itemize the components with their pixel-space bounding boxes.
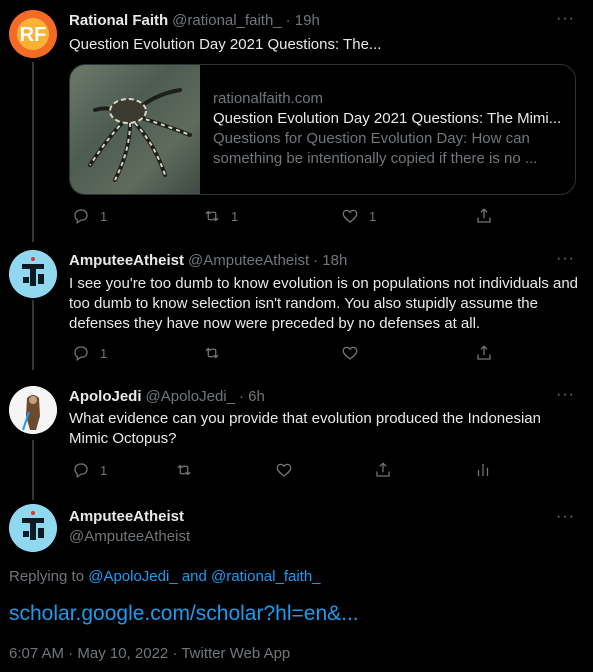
retweet-icon — [205, 347, 219, 359]
tweet-text: Question Evolution Day 2021 Questions: T… — [69, 36, 382, 53]
tweet-amputee-atheist[interactable]: AmputeeAtheist @AmputeeAtheist · 18h ···… — [0, 240, 593, 380]
replying-to: Replying to @ApoloJedi_ and @rational_fa… — [9, 568, 321, 585]
retweet-button[interactable] — [203, 344, 221, 362]
avatar[interactable] — [9, 504, 57, 552]
reply-count: 1 — [100, 462, 108, 478]
like-count: 1 — [369, 208, 377, 224]
avatar[interactable]: RF — [9, 10, 57, 58]
replying-and: and — [181, 568, 207, 585]
tweet-rational-faith[interactable]: RF Rational Faith @rational_faith_ · 19h… — [0, 0, 593, 240]
link-card[interactable]: rationalfaith.com Question Evolution Day… — [69, 64, 576, 195]
like-icon — [342, 209, 358, 223]
tweet-time[interactable]: · 19h — [286, 12, 320, 29]
tweet-text: What evidence can you provide that evolu… — [69, 410, 541, 447]
handle[interactable]: @rational_faith_ — [172, 12, 281, 29]
mention-link[interactable]: @rational_faith_ — [211, 568, 320, 585]
reply-icon — [74, 463, 88, 478]
share-icon — [376, 462, 390, 477]
avatar[interactable] — [9, 386, 57, 434]
reply-button[interactable]: 1 — [72, 461, 107, 479]
mention-link[interactable]: @ApoloJedi_ — [88, 568, 177, 585]
share-icon — [477, 208, 491, 223]
share-button[interactable] — [475, 344, 493, 362]
display-name[interactable]: ApoloJedi — [69, 388, 142, 405]
handle[interactable]: @ApoloJedi_ — [146, 388, 235, 405]
like-button[interactable]: 1 — [341, 207, 376, 225]
like-icon — [342, 346, 358, 360]
tweet-actions: 1 — [69, 344, 509, 364]
like-icon — [276, 463, 292, 477]
tweet-timestamp[interactable]: 6:07 AM · May 10, 2022 · Twitter Web App — [9, 645, 290, 662]
display-name[interactable]: AmputeeAtheist — [69, 252, 184, 269]
handle[interactable]: @AmputeeAtheist — [188, 252, 309, 269]
card-description: Questions for Question Evolution Day: Ho… — [213, 130, 538, 167]
retweet-count: 1 — [231, 208, 239, 224]
retweet-button[interactable]: 1 — [203, 207, 238, 225]
tweet-link[interactable]: scholar.google.com/scholar?hl=en&... — [9, 602, 359, 626]
more-icon[interactable]: ··· — [556, 10, 575, 28]
card-body: rationalfaith.com Question Evolution Day… — [213, 89, 563, 169]
card-domain: rationalfaith.com — [213, 90, 324, 107]
tweet-apolo-jedi[interactable]: ApoloJedi @ApoloJedi_ · 6h ··· What evid… — [0, 380, 593, 500]
tweet-header: ApoloJedi @ApoloJedi_ · 6h — [69, 386, 265, 406]
analytics-icon — [477, 464, 489, 476]
display-name[interactable]: Rational Faith — [69, 12, 168, 29]
display-name[interactable]: AmputeeAtheist — [69, 508, 184, 525]
more-icon[interactable]: ··· — [556, 508, 575, 526]
reply-button[interactable]: 1 — [72, 207, 107, 225]
retweet-icon — [177, 464, 191, 476]
share-button[interactable] — [475, 207, 493, 225]
tweet-actions: 1 — [69, 461, 509, 481]
card-title: Question Evolution Day 2021 Questions: T… — [213, 110, 562, 127]
share-icon — [477, 345, 491, 360]
reply-icon — [74, 209, 88, 224]
card-image — [70, 65, 200, 194]
avatar[interactable] — [9, 250, 57, 298]
more-icon[interactable]: ··· — [556, 386, 575, 404]
tweet-text: I see you're too dumb to know evolution … — [69, 275, 579, 332]
tweet-time[interactable]: · 18h — [313, 252, 347, 269]
svg-text:RF: RF — [20, 24, 47, 46]
reply-button[interactable]: 1 — [72, 344, 107, 362]
retweet-button[interactable] — [175, 461, 193, 479]
analytics-button[interactable] — [474, 461, 492, 479]
retweet-icon — [205, 210, 219, 222]
reply-count: 1 — [100, 345, 108, 361]
replying-prefix: Replying to — [9, 568, 85, 585]
handle[interactable]: @AmputeeAtheist — [69, 528, 190, 545]
tweet-time[interactable]: · 6h — [239, 388, 265, 405]
like-button[interactable] — [275, 461, 293, 479]
tweet-header: AmputeeAtheist @AmputeeAtheist · 18h — [69, 250, 347, 270]
share-button[interactable] — [374, 461, 392, 479]
reply-icon — [74, 346, 88, 361]
tweet-actions: 1 1 1 — [69, 207, 509, 227]
like-button[interactable] — [341, 344, 359, 362]
tweet-header: Rational Faith @rational_faith_ · 19h — [69, 10, 320, 30]
reply-count: 1 — [100, 208, 108, 224]
more-icon[interactable]: ··· — [556, 250, 575, 268]
